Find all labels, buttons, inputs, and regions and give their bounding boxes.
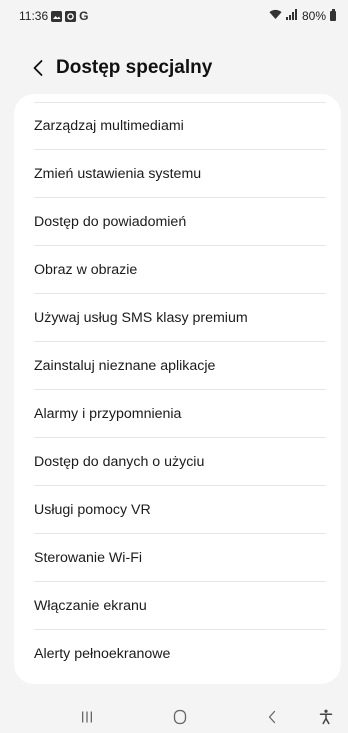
accessibility-icon <box>319 709 333 724</box>
status-left: 11:36 G <box>19 9 88 23</box>
page-title: Dostęp specjalny <box>56 57 213 78</box>
list-item-manage-media[interactable]: Zarządzaj multimediami <box>14 102 341 150</box>
accessibility-button[interactable] <box>306 700 346 733</box>
list-item-vr-helper-services[interactable]: Usługi pomocy VR <box>14 486 341 534</box>
battery-level: 80% <box>301 9 326 23</box>
list-item-full-screen-alerts[interactable]: Alerty pełnoekranowe <box>14 630 341 678</box>
image-notification-icon <box>51 10 63 22</box>
google-icon: G <box>79 9 89 23</box>
list-item-premium-sms[interactable]: Używaj usług SMS klasy premium <box>14 294 341 342</box>
navigation-bar <box>0 700 348 733</box>
chevron-left-icon <box>33 60 43 76</box>
list-item-install-unknown-apps[interactable]: Zainstaluj nieznane aplikacje <box>14 342 341 390</box>
wifi-icon <box>269 9 282 23</box>
back-icon <box>268 710 276 723</box>
list-item-usage-access[interactable]: Dostęp do danych o użyciu <box>14 438 341 486</box>
signal-icon <box>285 9 298 23</box>
list-item-modify-system-settings[interactable]: Zmień ustawienia systemu <box>14 150 341 198</box>
screen: 11:36 G 80% Dostęp specjalny Zarządzaj m… <box>0 0 348 733</box>
settings-list: Zarządzaj multimediami Zmień ustawienia … <box>14 94 341 678</box>
recents-icon <box>82 711 92 722</box>
home-icon <box>173 709 187 724</box>
list-item-alarms-reminders[interactable]: Alarmy i przypomnienia <box>14 390 341 438</box>
list-item-wifi-control[interactable]: Sterowanie Wi-Fi <box>14 534 341 582</box>
status-right: 80% <box>269 9 336 23</box>
calendar-notification-icon <box>65 10 77 22</box>
list-item-notification-access[interactable]: Dostęp do powiadomień <box>14 198 341 246</box>
settings-list-card: Zarządzaj multimediami Zmień ustawienia … <box>14 94 341 684</box>
list-item-picture-in-picture[interactable]: Obraz w obrazie <box>14 246 341 294</box>
recents-button[interactable] <box>67 700 107 733</box>
nav-back-button[interactable] <box>252 700 292 733</box>
clock: 11:36 <box>19 9 49 23</box>
battery-icon <box>330 9 336 21</box>
app-bar: Dostęp specjalny <box>0 48 348 88</box>
back-button[interactable] <box>20 48 56 88</box>
list-item-turn-screen-on[interactable]: Włączanie ekranu <box>14 582 341 630</box>
status-bar: 11:36 G 80% <box>0 0 348 32</box>
home-button[interactable] <box>160 700 200 733</box>
